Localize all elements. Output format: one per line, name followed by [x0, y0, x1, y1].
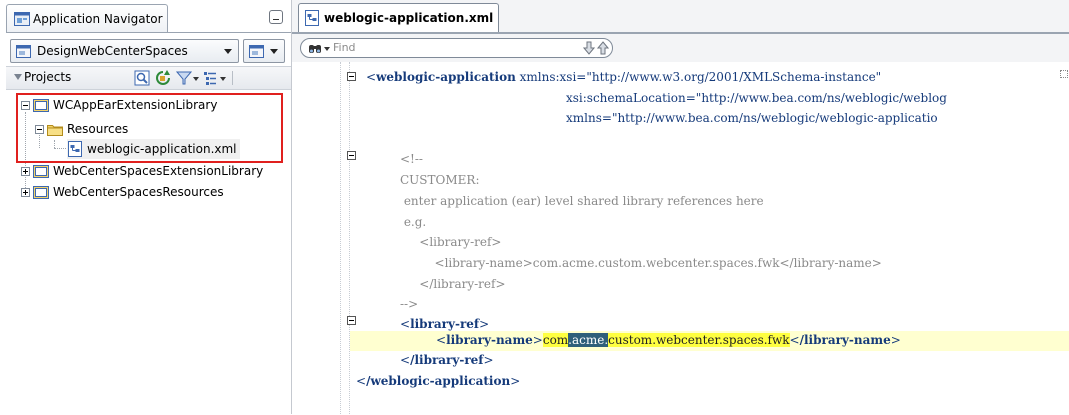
code-attr: xmlns= [566, 111, 612, 125]
code-attr: xsi:schemaLocation= [566, 91, 696, 105]
code-tag: /library-name [799, 333, 891, 347]
navigator-tab-label: Application Navigator [33, 11, 163, 26]
code-comment-2[interactable]: CUSTOMER: [400, 173, 479, 188]
code-comment-4[interactable]: e.g. [400, 215, 426, 230]
code-attr-value: "http://www.bea.com/ns/weblogic/weblog [695, 91, 947, 105]
xml-file-icon [305, 10, 319, 26]
application-select-value: DesignWebCenterSpaces [37, 44, 188, 58]
xml-editor-panel: weblogic-application.xml Find <weblogic-… [292, 0, 1069, 414]
highlight-box [16, 93, 283, 163]
code-tag: library-ref [410, 317, 480, 331]
binoculars-icon[interactable] [308, 42, 322, 55]
application-icon [16, 44, 31, 58]
code-attr-value: "http://www.w3.org/2001/XMLSchema-instan… [586, 70, 882, 84]
split-handle-icon[interactable] [1060, 70, 1068, 78]
code-line-2[interactable]: xsi:schemaLocation="http://www.bea.com/n… [566, 91, 947, 106]
refresh-icon[interactable] [155, 70, 171, 86]
code-line-3[interactable]: xmlns="http://www.bea.com/ns/weblogic/we… [566, 111, 938, 126]
tree-item-label: WebCenterSpacesExtensionLibrary [53, 164, 264, 178]
working-sets-icon[interactable] [202, 70, 218, 86]
expand-icon[interactable] [21, 187, 30, 197]
find-previous-icon[interactable] [597, 41, 609, 55]
project-folder-icon [33, 185, 49, 199]
code-line-library-name[interactable]: <library-name>com.acme.custom.webcenter.… [436, 333, 901, 348]
search-icon[interactable] [134, 70, 150, 86]
minimize-icon[interactable] [269, 10, 283, 24]
code-line-1[interactable]: <weblogic-application xmlns:xsi="http://… [366, 70, 881, 85]
code-comment-5[interactable]: <library-ref> [404, 235, 501, 250]
application-menu-button[interactable] [243, 39, 285, 63]
find-toolbar: Find [292, 34, 1069, 78]
code-comment-3[interactable]: enter application (ear) level shared lib… [400, 194, 764, 209]
editor-tab-strip: weblogic-application.xml [292, 0, 1069, 34]
search-match: custom.webcenter.spaces.fwk [608, 333, 790, 347]
code-line-library-ref-close[interactable]: </library-ref> [400, 353, 494, 368]
code-comment-8[interactable]: --> [400, 297, 418, 312]
fold-gutter-separator [349, 62, 351, 414]
application-select[interactable]: DesignWebCenterSpaces [10, 39, 239, 63]
chevron-down-icon [224, 49, 232, 54]
code-comment-7[interactable]: </library-ref> [404, 277, 505, 292]
application-menu-icon [249, 45, 264, 58]
search-match-current: .acme. [568, 333, 609, 347]
code-line-library-ref-open[interactable]: <library-ref> [400, 317, 489, 332]
tab-application-navigator[interactable]: Application Navigator [6, 4, 168, 32]
fold-toggle-icon[interactable] [347, 151, 356, 160]
find-placeholder: Find [333, 41, 356, 54]
code-comment-1[interactable]: <!-- [400, 152, 423, 167]
code-comment-6[interactable]: <library-name>com.acme.custom.webcenter.… [404, 256, 882, 271]
find-next-icon[interactable] [583, 41, 595, 55]
find-options-dropdown-icon[interactable] [324, 47, 330, 51]
chevron-down-icon [270, 49, 278, 54]
code-token: < [366, 70, 377, 84]
code-attr: xmlns:xsi= [515, 70, 587, 84]
project-folder-icon [33, 164, 49, 178]
projects-header[interactable]: Projects [6, 66, 291, 90]
editor-tab-label: weblogic-application.xml [324, 11, 494, 25]
code-line-weblogic-application-close[interactable]: </weblogic-application> [356, 374, 520, 389]
application-navigator-panel: Application Navigator DesignWebCenterSpa… [0, 0, 292, 415]
code-attr-value: "http://www.bea.com/ns/weblogic/weblogic… [611, 111, 938, 125]
tab-weblogic-application-xml[interactable]: weblogic-application.xml [298, 3, 499, 32]
tree-item-label: WebCenterSpacesResources [53, 185, 224, 199]
filter-icon[interactable] [176, 70, 192, 86]
application-navigator-icon [14, 11, 30, 26]
find-input[interactable]: Find [300, 38, 613, 58]
code-tag: /library-ref [410, 353, 484, 367]
code-tag: weblogic-application [376, 70, 516, 84]
tree-item-webcenterspacesresources[interactable]: WebCenterSpacesResources [21, 182, 224, 202]
working-sets-dropdown-icon[interactable] [220, 77, 226, 81]
fold-toggle-icon[interactable] [347, 316, 356, 325]
collapse-triangle-icon[interactable] [14, 74, 22, 80]
gutter-separator [340, 62, 342, 414]
fold-toggle-icon[interactable] [347, 72, 356, 81]
code-tag: library-name [446, 333, 533, 347]
search-match: com [542, 333, 569, 347]
filter-dropdown-icon[interactable] [193, 77, 199, 81]
expand-icon[interactable] [21, 166, 30, 176]
code-tag: /weblogic-application [366, 374, 511, 388]
projects-label: Projects [24, 70, 72, 84]
toolbar-divider [232, 71, 233, 85]
tree-item-webcenterspacesextensionlibrary[interactable]: WebCenterSpacesExtensionLibrary [21, 161, 263, 181]
